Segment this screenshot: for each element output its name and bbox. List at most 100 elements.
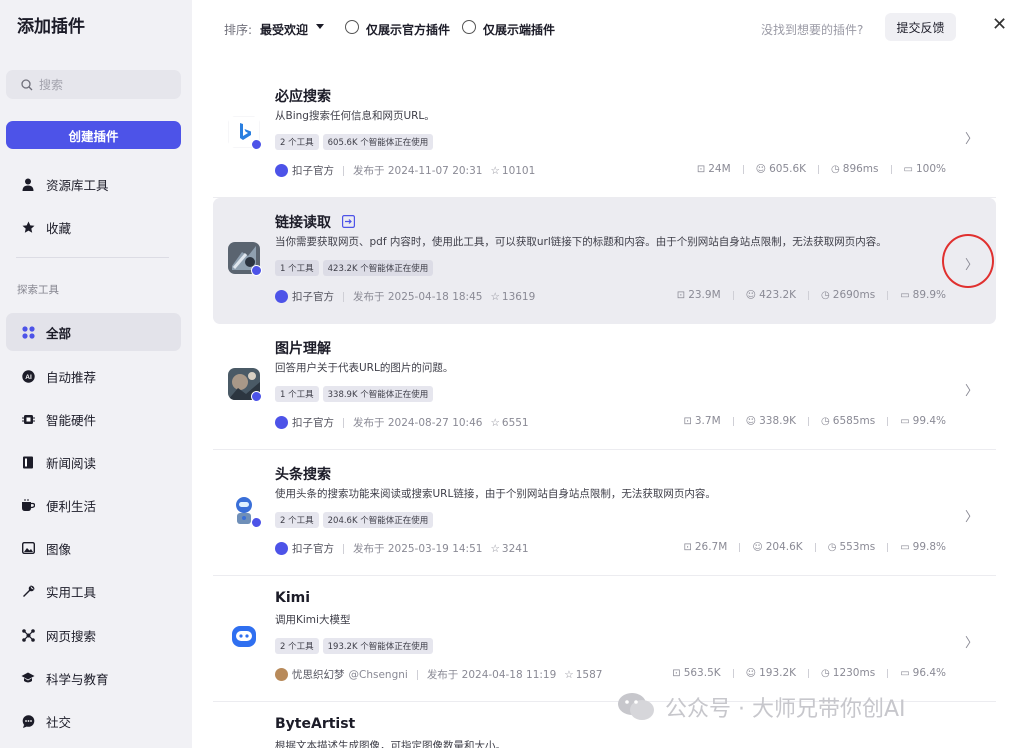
chevron-right-icon[interactable]: 〉 (965, 506, 978, 525)
category-label: 图像 (46, 541, 72, 557)
usage-chip: 338.9K 个智能体正在使用 (322, 386, 434, 402)
plugin-desc: 使用头条的搜索功能来阅读或搜索URL链接，由于个别网站自身站点限制，无法获取网页… (275, 488, 716, 500)
author-avatar (275, 164, 288, 177)
success-rate: 99.4% (912, 415, 946, 427)
chevron-right-icon[interactable]: 〉 (965, 380, 978, 399)
tool-count-chip: 1 个工具 (275, 386, 319, 402)
plugin-name: 必应搜索 (275, 89, 331, 105)
search-icon (21, 78, 33, 90)
sidebar-section-label: 探索工具 (17, 284, 59, 296)
sidebar-item-label: 资源库工具 (46, 177, 109, 193)
success-icon: ▭ (900, 415, 910, 427)
sidebar-divider (16, 257, 169, 258)
author-avatar (275, 668, 288, 681)
plugin-name: 链接读取 (275, 212, 355, 232)
category-label: 科学与教育 (46, 671, 109, 687)
calls-count: 24M (708, 163, 731, 175)
success-rate: 89.9% (912, 289, 946, 301)
filter-official-radio[interactable] (345, 20, 359, 34)
plugin-card-bing-search[interactable]: 必应搜索 从Bing搜索任何信息和网页URL。 2 个工具 605.6K 个智能… (213, 72, 996, 198)
category-label: 便利生活 (46, 498, 97, 514)
clock-icon: ◷ (821, 415, 830, 427)
wechat-icon (618, 693, 654, 720)
category-web-search[interactable]: 网页搜索 (6, 616, 181, 654)
filter-official-label[interactable]: 仅展示官方插件 (366, 21, 450, 38)
category-label: 网页搜索 (46, 628, 97, 644)
plugin-desc: 根据文本描述生成图像，可指定图像数量和大小。 (275, 740, 506, 748)
usage-chip: 204.6K 个智能体正在使用 (322, 512, 434, 528)
publish-date: 发布于 2025-03-19 14:51 (353, 543, 483, 555)
import-icon[interactable] (341, 215, 355, 229)
author-handle: @Chsengni (348, 668, 408, 681)
topbar: 排序: 最受欢迎 仅展示官方插件 仅展示端插件 没找到想要的插件? 提交反馈 ✕ (192, 0, 1014, 56)
author-name: 忧思织幻梦 (292, 669, 345, 681)
author-avatar (275, 290, 288, 303)
category-smart-hardware[interactable]: 智能硬件 (6, 400, 181, 438)
graduation-cap-icon (21, 671, 35, 685)
plugin-card-toutiao-search[interactable]: 头条搜索 使用头条的搜索功能来阅读或搜索URL链接，由于个别网站自身站点限制，无… (213, 450, 996, 576)
dialog-title: 添加插件 (17, 17, 85, 37)
star-count: 1587 (575, 668, 603, 681)
search-box[interactable] (6, 70, 181, 99)
sort-dropdown[interactable]: 最受欢迎 (260, 21, 308, 38)
search-input[interactable] (39, 77, 159, 92)
bots-icon: ☺ (745, 667, 757, 679)
category-label: 全部 (46, 325, 72, 341)
chevron-right-icon[interactable]: 〉 (965, 632, 978, 651)
cup-icon (21, 498, 35, 512)
sidebar-item-library-tools[interactable]: 资源库工具 (6, 165, 181, 203)
sort-label: 排序: (224, 23, 253, 37)
filter-edge-radio[interactable] (462, 20, 476, 34)
feedback-button[interactable]: 提交反馈 (885, 13, 956, 41)
latency: 896ms (842, 163, 879, 175)
category-auto-recommend[interactable]: AI 自动推荐 (6, 357, 181, 395)
category-utility-tools[interactable]: 实用工具 (6, 572, 181, 610)
plugin-name: Kimi (275, 590, 311, 606)
category-convenient-life[interactable]: 便利生活 (6, 486, 181, 524)
create-plugin-button[interactable]: 创建插件 (6, 121, 181, 149)
filter-edge-label[interactable]: 仅展示端插件 (483, 21, 555, 38)
official-badge (251, 139, 262, 150)
bots-icon: ☺ (752, 541, 763, 553)
author-name: 扣子官方 (292, 417, 334, 429)
sidebar-item-favorites[interactable]: 收藏 (6, 208, 181, 246)
plugin-card-image-understanding[interactable]: 图片理解 回答用户关于代表URL的图片的问题。 1 个工具 338.9K 个智能… (213, 324, 996, 450)
calls-count: 563.5K (683, 667, 721, 679)
category-image[interactable]: 图像 (6, 529, 181, 567)
plugin-card-kimi[interactable]: Kimi 调用Kimi大模型 2 个工具 193.2K 个智能体正在使用 忧思织… (213, 576, 996, 702)
author-name: 扣子官方 (292, 165, 334, 177)
category-label: 自动推荐 (46, 369, 97, 385)
no-find-text: 没找到想要的插件? (761, 23, 864, 37)
chevron-right-icon[interactable]: 〉 (965, 128, 978, 147)
svg-text:AI: AI (25, 374, 32, 381)
plugin-desc: 调用Kimi大模型 (275, 614, 351, 626)
sidebar-item-label: 收藏 (46, 220, 72, 236)
bots-count: 204.6K (765, 541, 803, 553)
calls-count: 23.9M (688, 289, 721, 301)
star-count: 6551 (501, 416, 529, 429)
publish-date: 发布于 2024-08-27 10:46 (353, 417, 483, 429)
calls-icon: ⊡ (696, 163, 706, 175)
plugin-card-link-reader[interactable]: 链接读取 当你需要获取网页、pdf 内容时，使用此工具，可以获取url链接下的标… (213, 198, 996, 324)
calls-icon: ⊡ (676, 289, 686, 301)
sidebar: 添加插件 创建插件 资源库工具 收藏 探索工具 全部 AI 自动推荐 智能硬件 … (0, 0, 192, 748)
success-rate: 100% (915, 163, 946, 175)
bots-icon: ☺ (755, 163, 767, 175)
bots-count: 338.9K (759, 415, 797, 427)
official-badge (251, 517, 262, 528)
author-avatar (275, 542, 288, 555)
category-all[interactable]: 全部 (6, 313, 181, 351)
calls-count: 26.7M (694, 541, 728, 553)
latency: 2690ms (832, 289, 876, 301)
tool-count-chip: 1 个工具 (275, 260, 319, 276)
publish-date: 发布于 2025-04-18 18:45 (353, 291, 483, 303)
success-icon: ▭ (900, 541, 910, 553)
close-icon[interactable]: ✕ (992, 14, 1007, 35)
category-social[interactable]: 社交 (6, 702, 181, 740)
category-science-education[interactable]: 科学与教育 (6, 659, 181, 697)
plugin-desc: 回答用户关于代表URL的图片的问题。 (275, 362, 454, 374)
chevron-down-icon[interactable] (316, 24, 324, 29)
publish-date: 发布于 2024-11-07 20:31 (353, 165, 483, 177)
category-news[interactable]: 新闻阅读 (6, 443, 181, 481)
star-count: 10101 (501, 164, 536, 177)
